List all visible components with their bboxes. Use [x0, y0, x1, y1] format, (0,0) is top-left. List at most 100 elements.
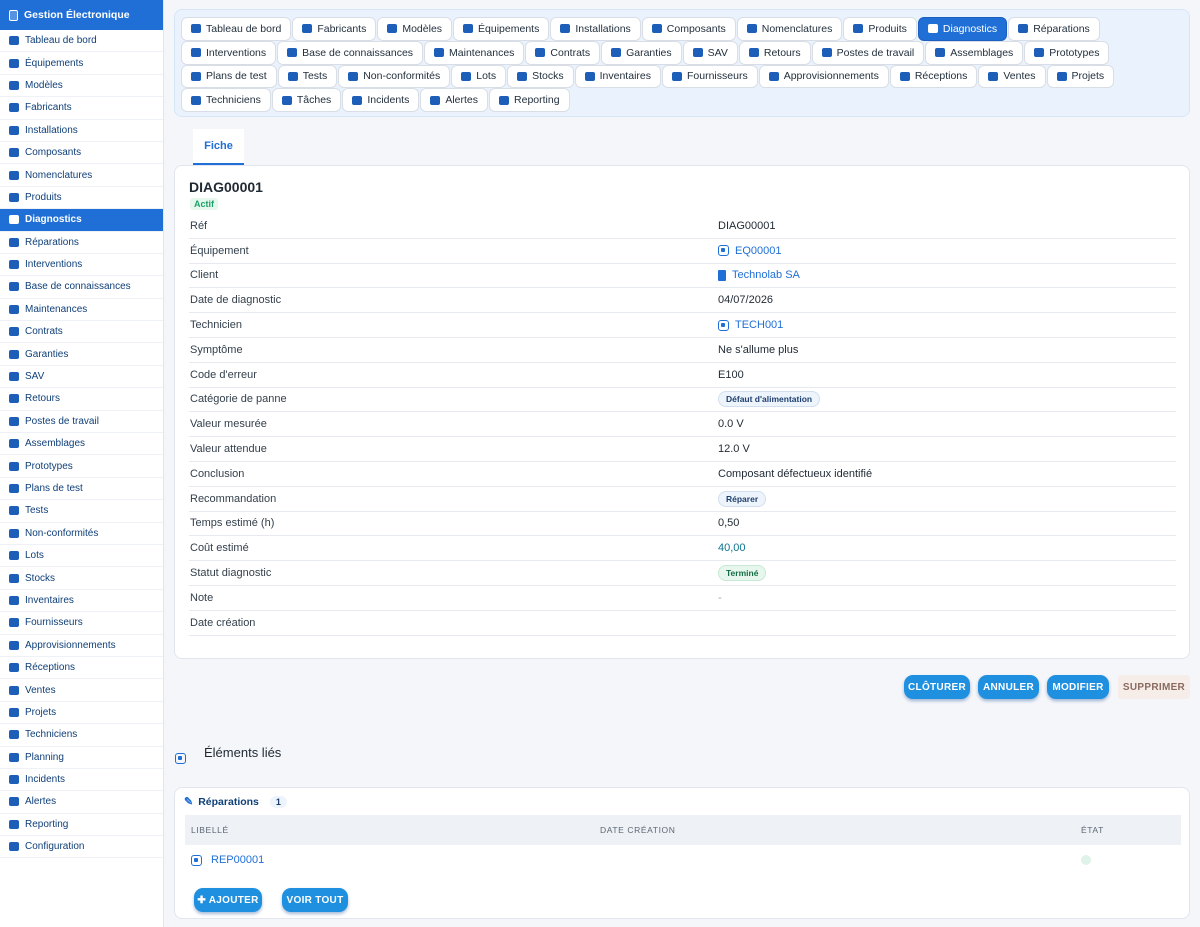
sidebar-item-configuration[interactable]: Configuration	[0, 836, 163, 859]
tab-diagnostics[interactable]: Diagnostics	[917, 17, 1008, 41]
sidebar-item-stocks[interactable]: Stocks	[0, 567, 163, 590]
field-value-text: E100	[718, 368, 744, 381]
sidebar-item-inventaires[interactable]: Inventaires	[0, 590, 163, 613]
sidebar-item-installations[interactable]: Installations	[0, 120, 163, 142]
tab-approvisionnements[interactable]: Approvisionnements	[758, 64, 889, 89]
tab-composants[interactable]: Composants	[641, 17, 736, 41]
tab-tableau-de-bord[interactable]: Tableau de bord	[181, 17, 292, 41]
sidebar-item-produits[interactable]: Produits	[0, 187, 163, 210]
delete-button[interactable]: SUPPRIMER	[1118, 675, 1190, 699]
field-value-text[interactable]: EQ00001	[735, 245, 781, 257]
edit-button[interactable]: MODIFIER	[1047, 675, 1109, 699]
tab-garanties[interactable]: Garanties	[601, 40, 682, 65]
sidebar-item-interventions[interactable]: Interventions	[0, 254, 163, 277]
sidebar-item-nomenclatures[interactable]: Nomenclatures	[0, 164, 163, 187]
tab-lots[interactable]: Lots	[451, 64, 507, 89]
field-row-temps-estime-h: Temps estimé (h) 0,50	[189, 512, 1176, 537]
sidebar-item-projets[interactable]: Projets	[0, 702, 163, 725]
sidebar-item-alertes[interactable]: Alertes	[0, 791, 163, 814]
sidebar-item-label: Base de connaissances	[25, 281, 131, 293]
app-brand[interactable]: Gestion Électronique	[0, 0, 163, 30]
tab-ventes[interactable]: Ventes	[978, 64, 1046, 89]
sidebar-item-base-de-connaissances[interactable]: Base de connaissances	[0, 276, 163, 299]
tab-installations[interactable]: Installations	[550, 17, 641, 41]
column-header-state[interactable]: ÉTAT	[1081, 825, 1104, 835]
sidebar-item-label: Diagnostics	[25, 214, 82, 226]
field-row-statut-diagnostic: Statut diagnostic Terminé	[189, 561, 1176, 586]
sidebar-item-contrats[interactable]: Contrats	[0, 321, 163, 344]
tab-inventaires[interactable]: Inventaires	[574, 64, 661, 89]
field-row-cout-estime: Coût estimé 40,00	[189, 536, 1176, 562]
sidebar-item-planning[interactable]: Planning	[0, 747, 163, 769]
base-de-connaissances-icon	[9, 282, 19, 292]
tab-maintenances[interactable]: Maintenances	[424, 40, 525, 65]
sidebar-item-approvisionnements[interactable]: Approvisionnements	[0, 635, 163, 657]
view-all-button[interactable]: VOIR TOUT	[282, 888, 348, 912]
tab-produits[interactable]: Produits	[843, 17, 917, 41]
sidebar-item-maintenances[interactable]: Maintenances	[0, 299, 163, 322]
field-value-text[interactable]: TECH001	[735, 319, 783, 331]
sidebar-item-composants[interactable]: Composants	[0, 142, 163, 165]
sidebar-item-fabricants[interactable]: Fabricants	[0, 97, 163, 120]
tab-prototypes[interactable]: Prototypes	[1024, 40, 1110, 65]
tab-plans-de-test[interactable]: Plans de test	[181, 64, 277, 89]
tab-receptions[interactable]: Réceptions	[889, 64, 978, 89]
field-value: DIAG00001	[718, 220, 775, 232]
tab-incidents[interactable]: Incidents	[342, 88, 420, 113]
sidebar-item-prototypes[interactable]: Prototypes	[0, 455, 163, 478]
tab-equipements[interactable]: Équipements	[453, 17, 550, 41]
tab-fournisseurs[interactable]: Fournisseurs	[662, 64, 758, 89]
tab-alertes[interactable]: Alertes	[420, 88, 489, 113]
tab-non-conformites[interactable]: Non-conformités	[338, 64, 451, 89]
tab-techniciens[interactable]: Techniciens	[181, 88, 271, 113]
sidebar-item-garanties[interactable]: Garanties	[0, 343, 163, 366]
sidebar-item-incidents[interactable]: Incidents	[0, 769, 163, 792]
tab-fiche[interactable]: Fiche	[193, 129, 244, 165]
tab-tests[interactable]: Tests	[277, 64, 338, 89]
tab-interventions[interactable]: Interventions	[181, 40, 277, 65]
tab-stocks[interactable]: Stocks	[507, 64, 574, 89]
sidebar-item-diagnostics[interactable]: Diagnostics	[0, 209, 163, 232]
column-header-label[interactable]: LIBELLÉ	[185, 825, 600, 835]
tab-fabricants[interactable]: Fabricants	[292, 17, 377, 41]
tab-contrats[interactable]: Contrats	[525, 40, 601, 65]
linked-items-icon	[175, 753, 186, 764]
tab-sav[interactable]: SAV	[682, 40, 738, 65]
sidebar-item-assemblages[interactable]: Assemblages	[0, 433, 163, 456]
sidebar-item-postes-de-travail[interactable]: Postes de travail	[0, 411, 163, 434]
sidebar-item-tests[interactable]: Tests	[0, 500, 163, 523]
sidebar-item-reparations[interactable]: Réparations	[0, 232, 163, 254]
field-value-text[interactable]: Technolab SA	[732, 269, 800, 281]
sidebar-nav: Tableau de bord Équipements Modèles Fabrica…	[0, 30, 163, 859]
produits-icon	[9, 192, 19, 202]
tab-projets[interactable]: Projets	[1046, 64, 1115, 89]
tab-assemblages[interactable]: Assemblages	[925, 40, 1024, 65]
sidebar-item-tableau-de-bord[interactable]: Tableau de bord	[0, 30, 163, 53]
sidebar-item-sav[interactable]: SAV	[0, 366, 163, 389]
sidebar-item-non-conformites[interactable]: Non-conformités	[0, 523, 163, 545]
sidebar-item-modeles[interactable]: Modèles	[0, 75, 163, 98]
sidebar-item-ventes[interactable]: Ventes	[0, 679, 163, 702]
sidebar-item-reporting[interactable]: Reporting	[0, 814, 163, 837]
tab-nomenclatures[interactable]: Nomenclatures	[736, 17, 843, 41]
sidebar-item-receptions[interactable]: Réceptions	[0, 657, 163, 680]
sidebar-item-lots[interactable]: Lots	[0, 545, 163, 568]
sidebar-item-fournisseurs[interactable]: Fournisseurs	[0, 612, 163, 635]
sidebar-item-equipements[interactable]: Équipements	[0, 52, 163, 75]
tab-reporting[interactable]: Reporting	[489, 88, 570, 113]
tab-base-de-connaissances[interactable]: Base de connaissances	[277, 40, 424, 65]
add-button[interactable]: ✚ AJOUTER	[194, 888, 262, 912]
sidebar-item-techniciens[interactable]: Techniciens	[0, 724, 163, 747]
sidebar-item-plans-de-test[interactable]: Plans de test	[0, 478, 163, 501]
tab-postes-de-travail[interactable]: Postes de travail	[811, 40, 925, 65]
tab-retours[interactable]: Retours	[738, 40, 811, 65]
tab-modeles[interactable]: Modèles	[377, 17, 453, 41]
cancel-button[interactable]: ANNULER	[978, 675, 1039, 699]
sidebar-item-retours[interactable]: Retours	[0, 388, 163, 411]
tab-taches[interactable]: Tâches	[271, 88, 342, 113]
tab-reparations[interactable]: Réparations	[1008, 17, 1100, 41]
close-button[interactable]: CLÔTURER	[904, 675, 970, 699]
table-row[interactable]: REP00001	[185, 845, 1181, 875]
repair-link[interactable]: REP00001	[211, 854, 264, 866]
column-header-date[interactable]: DATE CRÉATION	[600, 825, 1081, 835]
